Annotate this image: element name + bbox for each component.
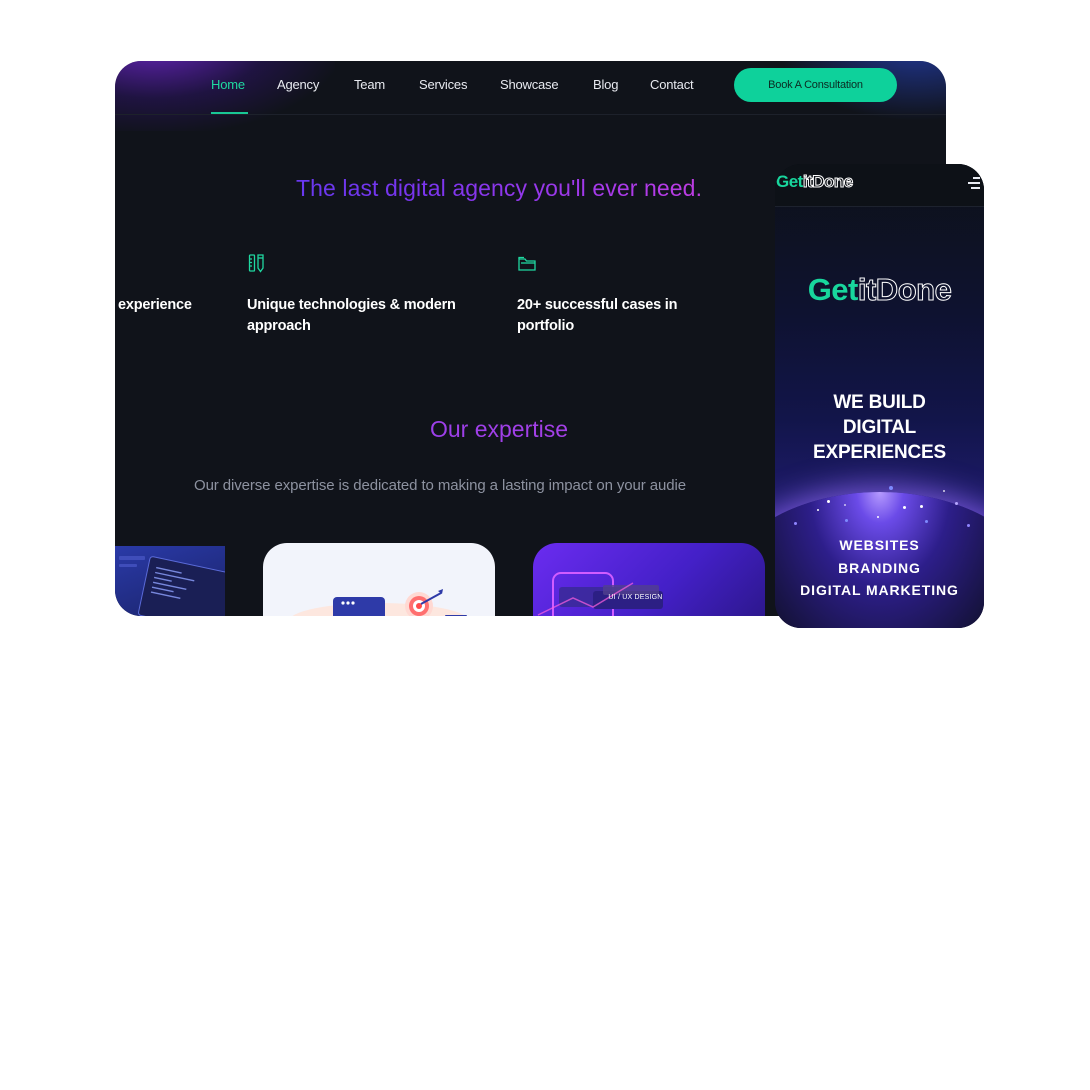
star-dot [844, 504, 846, 506]
nav-showcase[interactable]: Showcase [500, 77, 559, 92]
logo-get: Get [807, 272, 859, 307]
feature-experience: experience [118, 297, 192, 313]
ui-ux-design-card[interactable]: UI / UX DESIGN [533, 543, 765, 616]
service-item: WEBSITES [839, 537, 920, 553]
nav-services[interactable]: Services [419, 77, 467, 92]
logo-itdone: itDone [802, 172, 853, 192]
design-phone-illustration [537, 572, 663, 616]
ui-ux-tag: UI / UX DESIGN [608, 593, 663, 601]
feature-portfolio: 20+ successful cases in portfolio [517, 297, 678, 334]
star-dot [903, 506, 906, 509]
star-dot [925, 520, 928, 523]
folder-icon [518, 256, 536, 271]
star-dot [920, 505, 923, 508]
star-dot [967, 524, 970, 527]
target-illustration [292, 589, 467, 616]
hero-line: WE BUILD [833, 392, 926, 413]
hamburger-menu-icon[interactable] [966, 177, 980, 189]
logo-large: GetitDone [775, 272, 984, 308]
nav-team[interactable]: Team [354, 77, 385, 92]
star-dot [794, 522, 797, 525]
nav-agency[interactable]: Agency [277, 77, 319, 92]
star-dot [943, 490, 945, 492]
logo-get: Get [776, 172, 803, 191]
expertise-title: Our expertise [115, 416, 883, 443]
nav-contact[interactable]: Contact [650, 77, 694, 92]
active-nav-indicator [211, 112, 248, 114]
services-list: WEBSITES BRANDING DIGITAL MARKETING [775, 534, 984, 602]
star-dot [845, 519, 848, 522]
service-item: BRANDING [838, 559, 921, 576]
pencil-ruler-icon [248, 254, 264, 273]
marketing-target-card[interactable] [263, 543, 495, 616]
expertise-subtitle: Our diverse expertise is dedicated to ma… [194, 477, 686, 494]
navbar: Home Agency Team Services Showcase Blog … [115, 61, 946, 115]
hero-line: DIGITAL [842, 417, 917, 438]
code-screen-card[interactable] [115, 546, 225, 616]
hero-line: EXPERIENCES [813, 442, 946, 463]
nav-blog[interactable]: Blog [593, 77, 618, 92]
feature-technologies: Unique technologies & modern approach [247, 297, 456, 334]
star-dot [877, 516, 879, 518]
mobile-preview: GetitDone GetitDone WE BUILD DIGITAL EXP… [775, 164, 984, 628]
service-item: DIGITAL MARKETING [800, 582, 959, 598]
hero-heading: WE BUILD DIGITAL EXPERIENCES [775, 390, 984, 465]
star-dot [827, 500, 830, 503]
headline: The last digital agency you'll ever need… [115, 175, 883, 202]
star-dot [817, 509, 819, 511]
star-dot [955, 502, 958, 505]
code-screen-illustration [119, 556, 225, 616]
nav-home[interactable]: Home [211, 77, 245, 92]
star-dot [889, 486, 893, 490]
logo-itdone: itDone [857, 272, 952, 308]
book-consultation-button[interactable]: Book A Consultation [734, 68, 897, 102]
mobile-header: GetitDone [775, 164, 984, 207]
logo-small[interactable]: GetitDone [776, 172, 854, 192]
